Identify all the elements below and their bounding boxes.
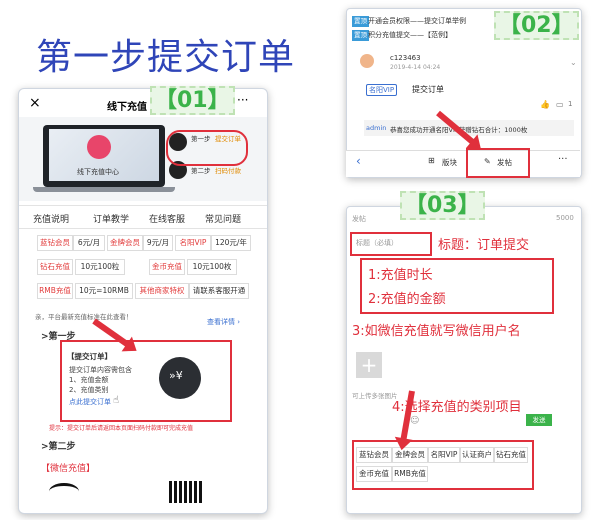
avatar[interactable]	[360, 54, 374, 68]
label-03: 【03】	[400, 191, 485, 220]
wechat-icon	[49, 483, 79, 500]
close-icon[interactable]: ×	[29, 95, 41, 111]
bottom-toolbar	[346, 150, 580, 177]
laptop-caption: 线下充值中心	[77, 168, 119, 176]
tab-order-tutorial[interactable]: 订单教学	[93, 212, 129, 225]
category-tag[interactable]: 蓝钻会员	[356, 447, 392, 463]
wechat-heading: 【微信充值】	[41, 464, 96, 474]
phone1-title: 线下充值	[107, 102, 147, 113]
price-tag[interactable]: 9元/月	[143, 235, 173, 251]
step2-heading: >第二步	[41, 442, 76, 452]
tab-recharge-info[interactable]: 充值说明	[33, 212, 69, 225]
title-note: 标题：订单提交	[438, 238, 530, 253]
like-icon[interactable]: 👍	[540, 100, 550, 109]
label-01: 【01】	[150, 86, 235, 115]
emoji-icon[interactable]: ☺	[410, 416, 419, 426]
laptop-base	[33, 187, 175, 192]
step2-small: 第二步	[191, 167, 211, 175]
wechat-note: 3:如微信充值就写微信用户名	[352, 324, 521, 339]
price-tag[interactable]: 10元100粒	[75, 259, 125, 275]
category-tag[interactable]: 金币充值	[356, 466, 392, 482]
label-03-text: 【03】	[400, 191, 485, 220]
step2-text[interactable]: 扫码付款	[215, 165, 241, 175]
highlight-step1-button	[166, 130, 248, 166]
label-01-text: 【01】	[150, 86, 235, 115]
pin-tag: 置顶	[352, 30, 369, 41]
price-tag[interactable]: 其他商家特权	[135, 283, 189, 299]
price-tag[interactable]: 120元/年	[211, 235, 251, 251]
comment-icon[interactable]: ▭	[556, 100, 564, 109]
phone1-tabs: 充值说明 订单教学 在线客服 常见问题	[19, 205, 267, 229]
reply-count: 1	[568, 100, 573, 108]
section-button[interactable]: 版块	[442, 157, 457, 168]
notice-text: 亲，平台最新充值标准在此查看！	[35, 313, 133, 321]
price-tag[interactable]: 10元100枚	[187, 259, 237, 275]
post-title[interactable]: 提交订单	[412, 84, 444, 95]
price-tag[interactable]: 6元/月	[73, 235, 105, 251]
price-tag[interactable]: RMB充值	[37, 283, 73, 299]
notice-link[interactable]: 查看详情 ›	[207, 317, 240, 327]
send-button[interactable]: 发送	[526, 414, 552, 426]
category-tag[interactable]: 名阳VIP	[428, 447, 460, 463]
price-tag[interactable]: 蓝钻会员	[37, 235, 73, 251]
upload-hint: 可上传多张图片	[352, 392, 398, 400]
pin-tag: 置顶	[352, 16, 369, 27]
back-icon[interactable]: ‹	[356, 154, 361, 168]
highlight-step1-card	[60, 340, 232, 422]
page-title: 第一步提交订单	[36, 37, 296, 78]
price-tag[interactable]: 请联系客服开通	[189, 283, 249, 299]
post-username[interactable]: c123463	[390, 54, 421, 62]
label-02: 【02】	[494, 11, 579, 40]
gear-icon	[87, 135, 111, 159]
category-tag[interactable]: RMB充值	[392, 466, 428, 482]
qr-code[interactable]	[169, 481, 203, 503]
vip-badge: 名阳VIP	[366, 84, 398, 96]
add-image-button[interactable]: +	[356, 352, 382, 378]
compose-header: 发帖	[352, 215, 366, 223]
price-tag[interactable]: 金牌会员	[107, 235, 143, 251]
warning-text: 提示：提交订单后请返回本页面扫码付款即可完成充值	[49, 425, 194, 432]
category-tag[interactable]: 钻石充值	[494, 447, 528, 463]
pinned-post[interactable]: 积分充值提交——【范例】	[368, 30, 452, 40]
tab-online-service[interactable]: 在线客服	[149, 212, 185, 225]
content-line: 2:充值的金额	[368, 292, 446, 307]
category-tag[interactable]: 认证商户	[460, 447, 494, 463]
more-icon[interactable]: ···	[558, 154, 568, 165]
grid-icon: ⊞	[428, 156, 435, 165]
post-date: 2019-4-14 04:24	[390, 64, 441, 71]
label-02-text: 【02】	[494, 11, 579, 40]
price-tag[interactable]: 钻石充值	[37, 259, 73, 275]
price-tag[interactable]: 10元=10RMB	[75, 283, 133, 299]
char-count: 5000	[556, 214, 574, 222]
pinned-post[interactable]: 开通会员权限——提交订单举例	[368, 16, 466, 26]
reply-user[interactable]: admin	[366, 124, 386, 132]
price-tag[interactable]: 金币充值	[149, 259, 185, 275]
price-tag[interactable]: 名阳VIP	[175, 235, 211, 251]
more-icon[interactable]: ···	[237, 93, 248, 107]
tab-faq[interactable]: 常见问题	[205, 212, 241, 225]
chevron-down-icon[interactable]: ⌄	[570, 58, 577, 67]
title-input[interactable]: 标题（必填）	[356, 238, 398, 248]
content-line: 1:充值时长	[368, 268, 433, 283]
